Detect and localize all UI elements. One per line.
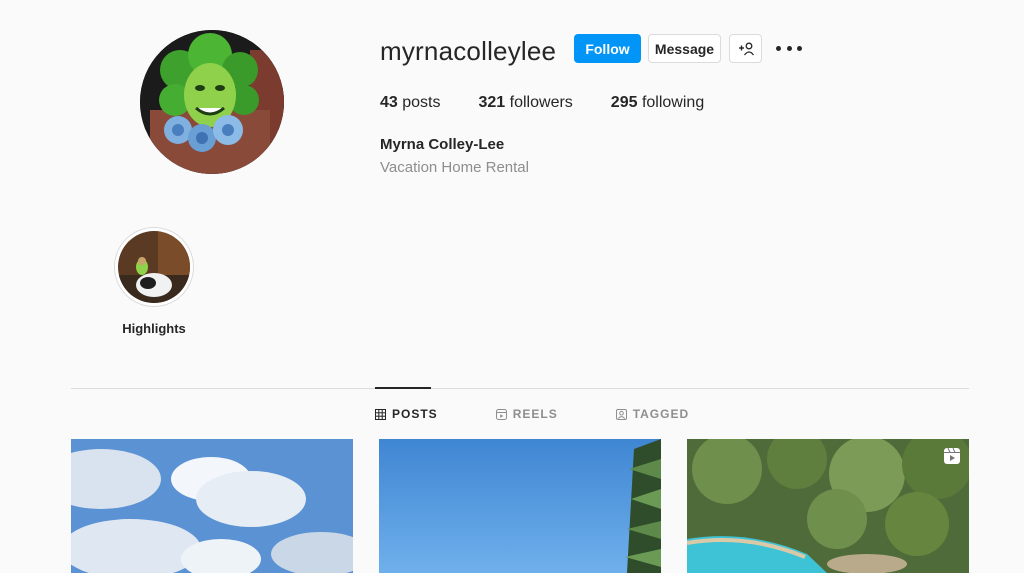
active-tab-indicator [375, 387, 431, 389]
story-highlight[interactable]: Highlights [114, 227, 194, 336]
profile-avatar[interactable] [140, 30, 284, 174]
posts-count: 43 [380, 94, 398, 111]
following-count: 295 [610, 94, 638, 111]
followers-label: followers [509, 94, 573, 111]
post-image-sky [71, 439, 353, 573]
highlight-cover [118, 231, 190, 303]
profile-username: myrnacolleylee [380, 36, 557, 66]
following-label: following [641, 94, 705, 111]
tab-reels[interactable]: REELS [495, 407, 558, 421]
profile-category: Vacation Home Rental [380, 159, 529, 176]
post-thumbnail[interactable] [379, 439, 661, 573]
posts-label: posts [402, 94, 441, 111]
tagged-icon [615, 408, 627, 420]
add-user-icon [738, 42, 754, 55]
tab-posts[interactable]: POSTS [375, 407, 438, 421]
following-stat[interactable]: 295 following [611, 94, 704, 112]
followers-stat[interactable]: 321 followers [479, 94, 573, 112]
followers-count: 321 [478, 94, 506, 111]
reel-icon [944, 447, 960, 464]
profile-photo [140, 30, 284, 174]
tabs-divider [71, 388, 969, 389]
highlight-cover-image [118, 231, 190, 303]
profile-tabs: POSTS REELS TAGGED [375, 407, 747, 421]
suggest-user-button[interactable] [729, 34, 762, 63]
follow-button[interactable]: Follow [574, 34, 641, 63]
highlight-ring [114, 227, 194, 307]
post-thumbnail[interactable] [71, 439, 353, 573]
more-options-dot [786, 45, 792, 51]
more-options-icon [776, 45, 781, 51]
grid-icon [375, 408, 386, 420]
profile-stats: 43 posts 321 followers 295 following [380, 94, 742, 112]
post-image-pool [687, 439, 969, 573]
reels-icon [495, 408, 507, 420]
posts-stat: 43 posts [380, 94, 441, 112]
post-image-palm [379, 439, 661, 573]
more-options-dot [797, 45, 802, 51]
tab-tagged[interactable]: TAGGED [615, 407, 690, 421]
profile-full-name: Myrna Colley-Lee [380, 136, 505, 153]
more-options-button[interactable] [776, 38, 802, 58]
message-button[interactable]: Message [648, 34, 721, 63]
reel-thumbnail[interactable] [687, 439, 969, 573]
highlight-label: Highlights [122, 321, 186, 336]
tab-posts-label: POSTS [392, 407, 438, 421]
tab-reels-label: REELS [512, 407, 558, 421]
tab-tagged-label: TAGGED [632, 407, 690, 421]
